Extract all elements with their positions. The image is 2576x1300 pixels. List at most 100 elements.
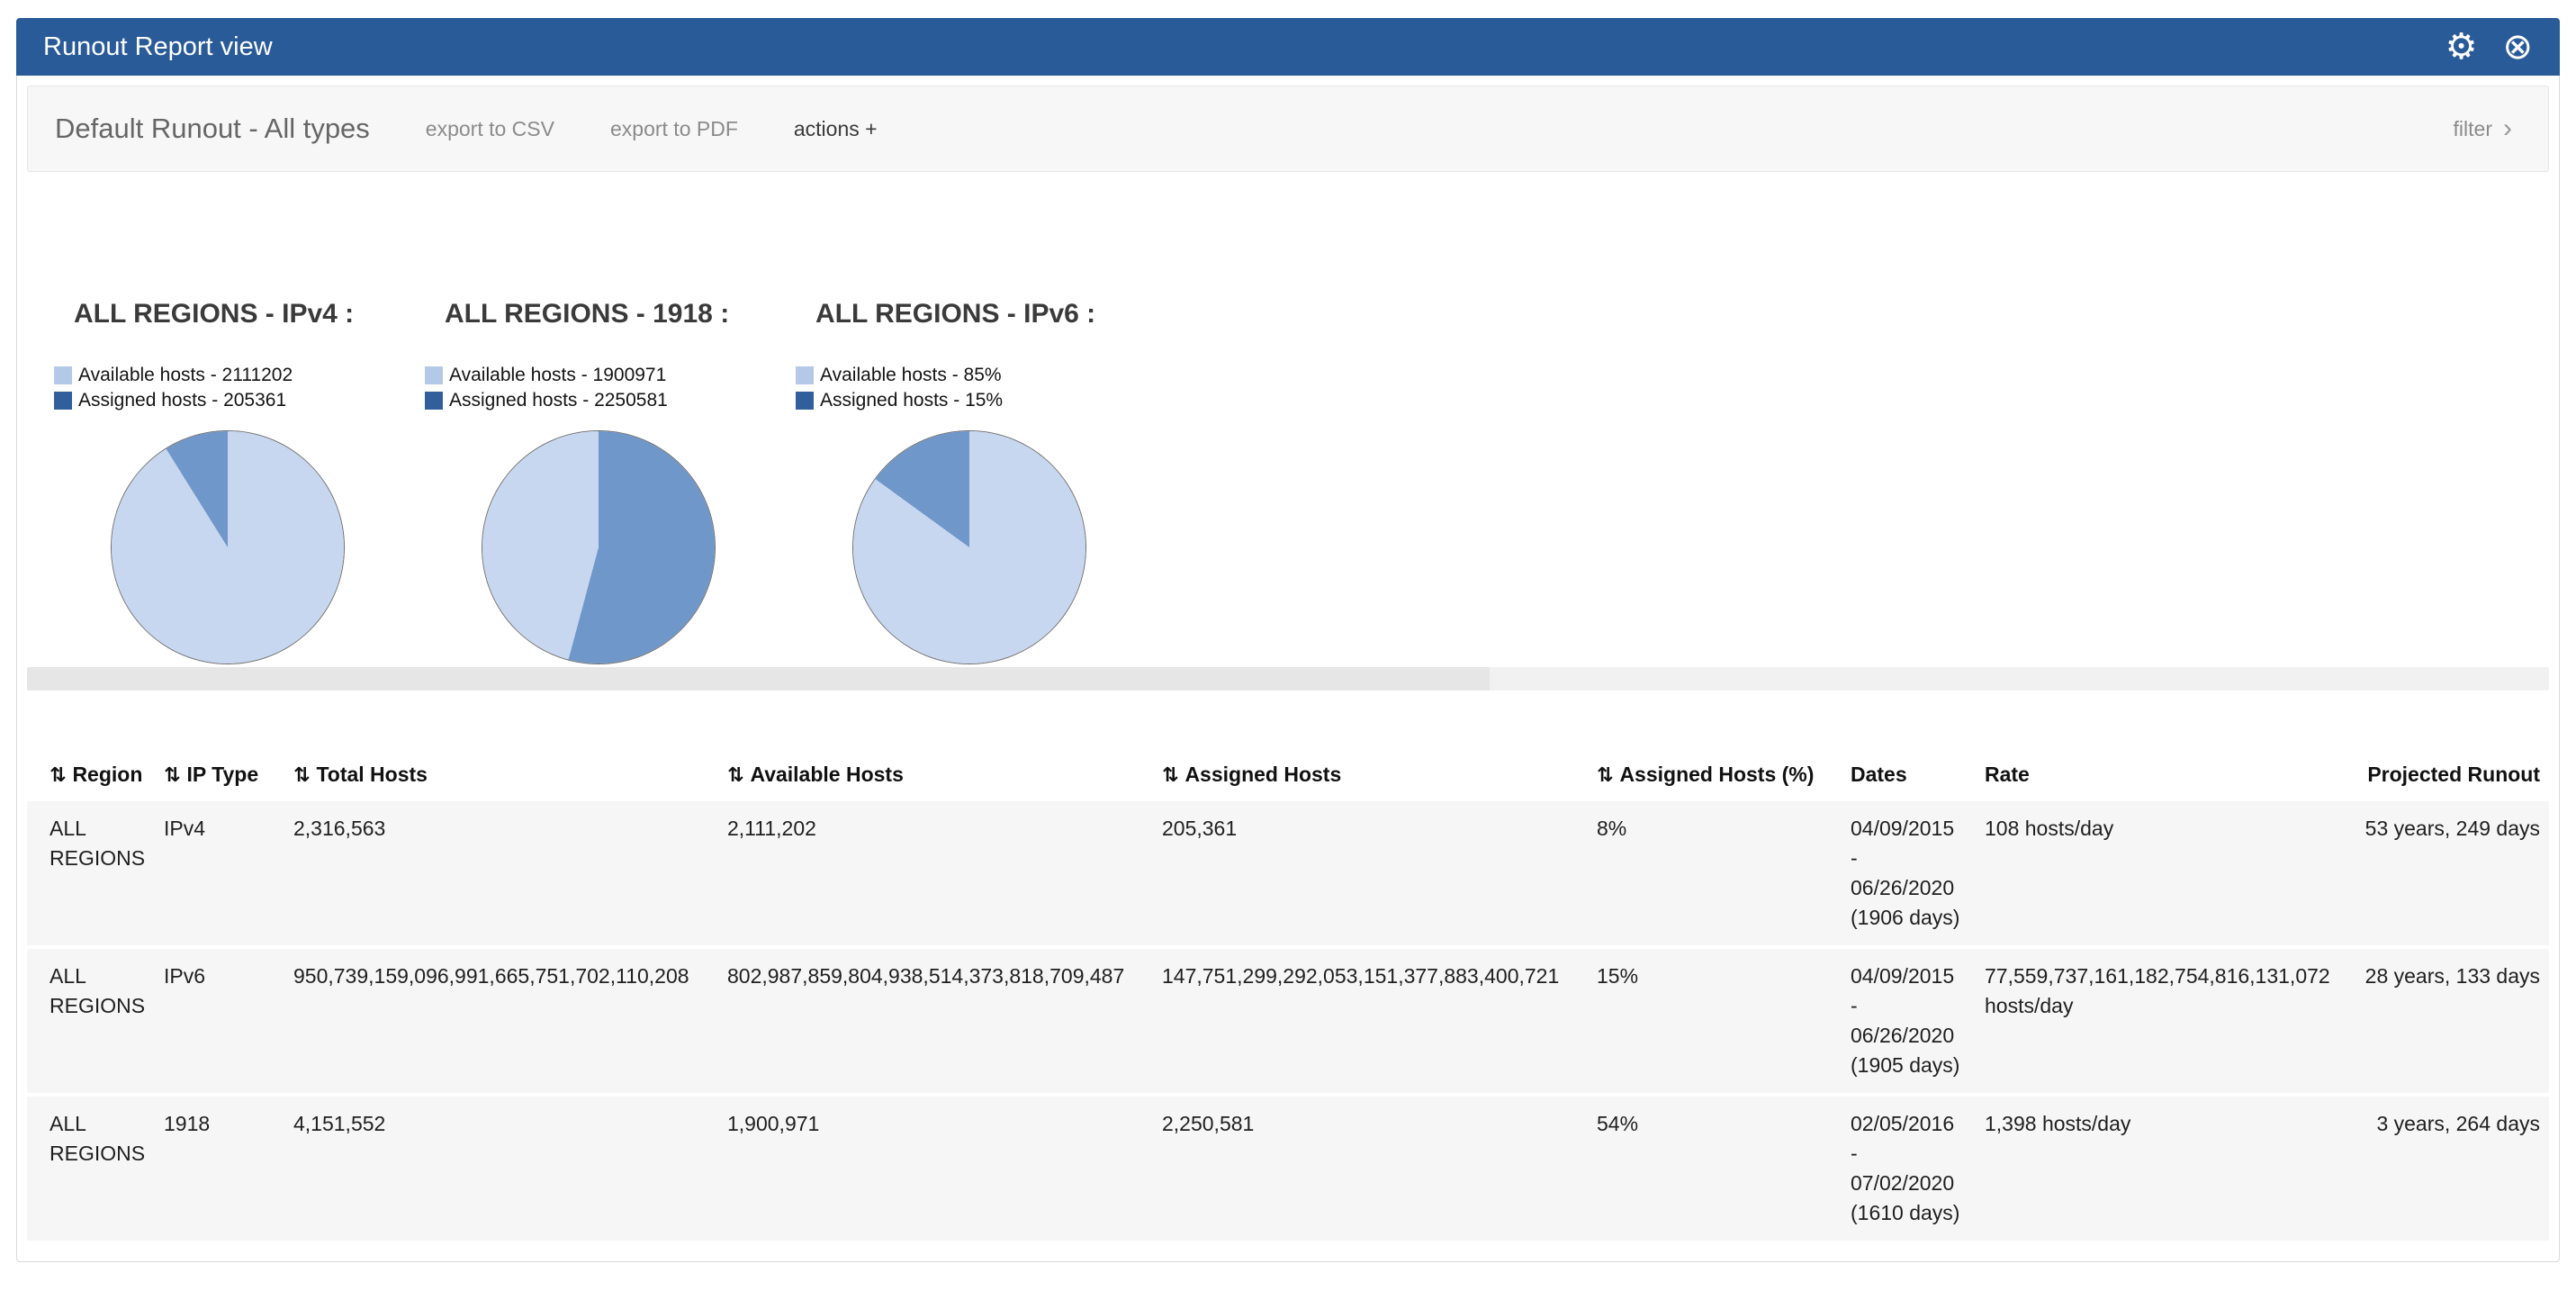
column-header-available-hosts[interactable]: ⇅ Available Hosts — [720, 754, 1155, 799]
legend-swatch-icon — [54, 366, 72, 384]
table-header-row: ⇅ Region ⇅ IP Type ⇅ Total Hosts ⇅ Available Ho… — [27, 754, 2549, 799]
column-header-ip-type[interactable]: ⇅ IP Type — [157, 754, 286, 799]
legend-label: Available hosts - 85% — [820, 365, 1002, 386]
legend-swatch-icon — [54, 392, 72, 410]
table-cell: 77,559,737,161,182,754,816,131,072 hosts… — [1977, 947, 2357, 1095]
table-row: ALL REGIONSIPv42,316,5632,111,202205,361… — [27, 799, 2549, 947]
column-header-label: Projected Runout — [2367, 763, 2540, 786]
report-name: Default Runout - All types — [55, 113, 370, 145]
page-title: Runout Report view — [43, 32, 273, 62]
column-header-region[interactable]: ⇅ Region — [27, 754, 157, 799]
column-header-label: Available Hosts — [750, 763, 903, 786]
chevron-right-icon: › — [2503, 115, 2512, 142]
table-cell: 8% — [1590, 799, 1843, 947]
table-cell: 1918 — [157, 1095, 286, 1241]
table-cell: 3 years, 264 days — [2357, 1095, 2549, 1241]
legend-label: Assigned hosts - 2250581 — [449, 390, 668, 411]
chart-legend: Available hosts - 1900971 Assigned hosts … — [425, 363, 796, 413]
table-cell: IPv6 — [157, 947, 286, 1095]
legend-swatch-icon — [425, 392, 443, 410]
table-cell: 1,398 hosts/day — [1977, 1095, 2357, 1241]
table-row: ALL REGIONSIPv6950,739,159,096,991,665,7… — [27, 947, 2549, 1095]
horizontal-scrollbar[interactable] — [27, 667, 2549, 691]
actions-menu-button[interactable]: actions + — [794, 117, 878, 141]
legend-swatch-icon — [796, 366, 814, 384]
table-cell: ALL REGIONS — [27, 799, 157, 947]
column-header-rate: Rate — [1977, 754, 2357, 799]
sort-icon[interactable]: ⇅ — [1162, 764, 1178, 787]
chart-title: ALL REGIONS - IPv6 : — [815, 298, 1166, 330]
table-cell: 15% — [1590, 947, 1843, 1095]
table-cell: 205,361 — [1155, 799, 1590, 947]
title-bar: Runout Report view ⚙ ⊗ — [16, 18, 2560, 76]
sort-icon[interactable]: ⇅ — [293, 764, 310, 787]
legend-swatch-icon — [425, 366, 443, 384]
legend-item: Assigned hosts - 15% — [796, 388, 1166, 413]
filter-label: filter — [2454, 117, 2492, 141]
table-cell: 28 years, 133 days — [2357, 947, 2549, 1095]
titlebar-icons: ⚙ ⊗ — [2445, 29, 2533, 65]
legend-label: Available hosts - 2111202 — [78, 365, 293, 386]
legend-item: Available hosts - 85% — [796, 363, 1166, 388]
table-cell: 147,751,299,292,053,151,377,883,400,721 — [1155, 947, 1590, 1095]
table-cell: 02/05/2016 - 07/02/2020 (1610 days) — [1843, 1095, 1977, 1241]
table-body: ALL REGIONSIPv42,316,5632,111,202205,361… — [27, 799, 2549, 1241]
sort-icon[interactable]: ⇅ — [164, 764, 180, 787]
pie-chart-block: ALL REGIONS - IPv6 : Available hosts - 8… — [796, 298, 1166, 664]
table-cell: 04/09/2015 - 06/26/2020 (1906 days) — [1843, 799, 1977, 947]
column-header-assigned-hosts[interactable]: ⇅ Assigned Hosts (%) — [1590, 754, 1843, 799]
legend-label: Available hosts - 1900971 — [449, 365, 666, 386]
table-cell: IPv4 — [157, 799, 286, 947]
column-header-total-hosts[interactable]: ⇅ Total Hosts — [286, 754, 720, 799]
pie-chart — [853, 431, 1085, 664]
charts-row: ALL REGIONS - IPv4 : Available hosts - 2… — [27, 298, 2549, 664]
table-cell: 950,739,159,096,991,665,751,702,110,208 — [286, 947, 720, 1095]
table-cell: ALL REGIONS — [27, 1095, 157, 1241]
table-cell: 2,250,581 — [1155, 1095, 1590, 1241]
legend-item: Assigned hosts - 205361 — [54, 388, 425, 413]
export-csv-link[interactable]: export to CSV — [426, 117, 554, 141]
app: Runout Report view ⚙ ⊗ Default Runout - … — [0, 0, 2576, 1262]
chart-title: ALL REGIONS - IPv4 : — [74, 298, 425, 330]
sort-icon[interactable]: ⇅ — [727, 764, 743, 787]
column-header-label: Region — [72, 763, 142, 786]
pie-chart-block: ALL REGIONS - IPv4 : Available hosts - 2… — [54, 298, 425, 664]
pie-chart — [482, 431, 715, 664]
export-pdf-link[interactable]: export to PDF — [610, 117, 738, 141]
table-cell: 4,151,552 — [286, 1095, 720, 1241]
table-cell: 53 years, 249 days — [2357, 799, 2549, 947]
legend-item: Available hosts - 2111202 — [54, 363, 425, 388]
column-header-label: Assigned Hosts — [1184, 763, 1341, 786]
table-cell: 2,316,563 — [286, 799, 720, 947]
chart-legend: Available hosts - 85% Assigned hosts - 15… — [796, 363, 1166, 413]
scrollbar-thumb[interactable] — [27, 667, 1490, 691]
close-icon[interactable]: ⊗ — [2502, 29, 2533, 65]
sort-icon[interactable]: ⇅ — [1597, 764, 1613, 787]
column-header-dates: Dates — [1843, 754, 1977, 799]
table-cell: 54% — [1590, 1095, 1843, 1241]
table-cell: 04/09/2015 - 06/26/2020 (1905 days) — [1843, 947, 1977, 1095]
toolbar: Default Runout - All types export to CSV… — [27, 86, 2549, 172]
legend-label: Assigned hosts - 15% — [820, 390, 1003, 411]
sort-icon[interactable]: ⇅ — [50, 764, 66, 787]
column-header-label: Dates — [1851, 763, 1907, 786]
runout-table: ⇅ Region ⇅ IP Type ⇅ Total Hosts ⇅ Available Ho… — [27, 754, 2549, 1241]
column-header-label: IP Type — [186, 763, 258, 786]
legend-swatch-icon — [796, 392, 814, 410]
column-header-label: Assigned Hosts (%) — [1619, 763, 1814, 786]
table-row: ALL REGIONS19184,151,5521,900,9712,250,5… — [27, 1095, 2549, 1241]
column-header-projected-runout: Projected Runout — [2357, 754, 2549, 799]
legend-label: Assigned hosts - 205361 — [78, 390, 286, 411]
table-cell: ALL REGIONS — [27, 947, 157, 1095]
column-header-assigned-hosts[interactable]: ⇅ Assigned Hosts — [1155, 754, 1590, 799]
table-cell: 802,987,859,804,938,514,373,818,709,487 — [720, 947, 1155, 1095]
pie-chart-block: ALL REGIONS - 1918 : Available hosts - 1… — [425, 298, 796, 664]
legend-item: Assigned hosts - 2250581 — [425, 388, 796, 413]
legend-item: Available hosts - 1900971 — [425, 363, 796, 388]
filter-toggle[interactable]: filter › — [2454, 115, 2512, 142]
pie-chart — [112, 431, 344, 664]
settings-icon[interactable]: ⚙ — [2445, 29, 2478, 65]
column-header-label: Total Hosts — [316, 763, 428, 786]
report-card: Default Runout - All types export to CSV… — [16, 76, 2560, 1262]
column-header-label: Rate — [1985, 763, 2030, 786]
